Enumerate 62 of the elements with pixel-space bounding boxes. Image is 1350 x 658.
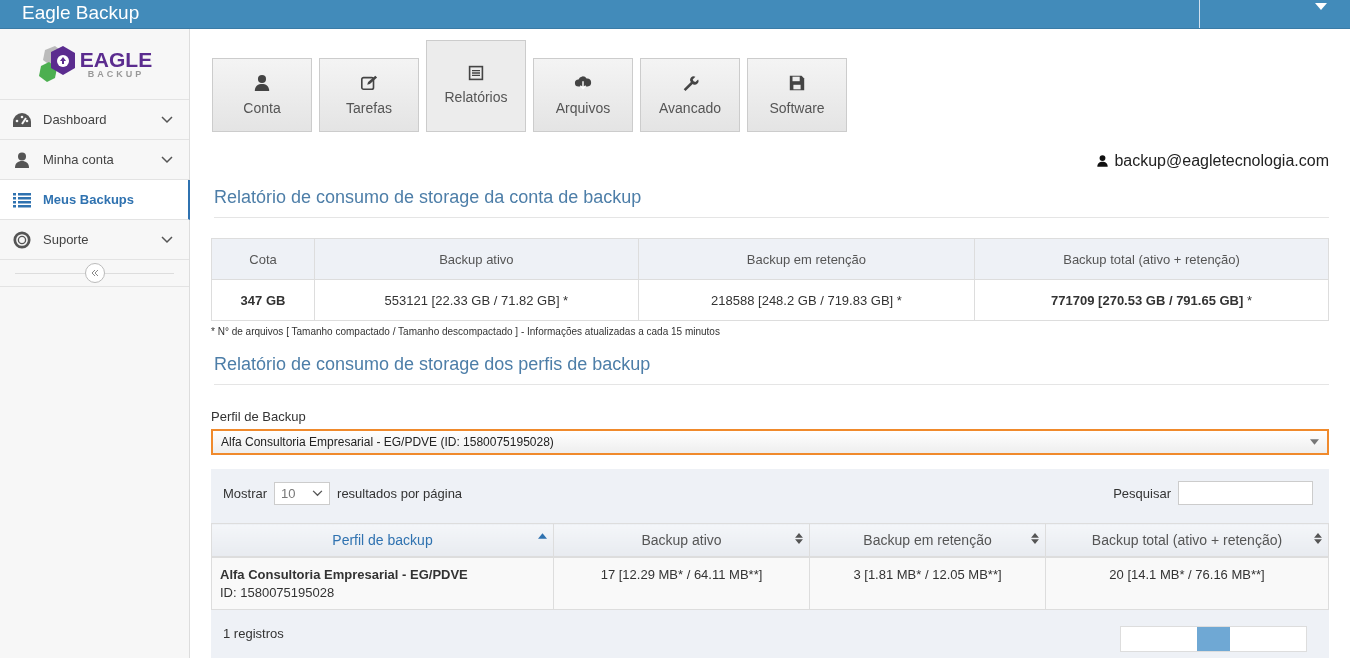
tab[interactable]: Conta bbox=[212, 58, 312, 132]
column-header: Backup total (ativo + retenção) bbox=[974, 238, 1329, 280]
column-header: Backup em retenção bbox=[638, 238, 975, 280]
user-email: backup@eagletecnologia.com bbox=[1114, 152, 1329, 170]
logo-icon bbox=[36, 44, 77, 84]
profile-id: ID: 1580075195028 bbox=[220, 585, 336, 600]
table-cell: 17 [12.29 MB* / 64.11 MB**] bbox=[553, 557, 810, 610]
edit-icon bbox=[360, 74, 378, 92]
sidebar-item[interactable]: Dashboard bbox=[0, 100, 189, 140]
section-title: Relatório de consumo de storage da conta de backup bbox=[214, 187, 1329, 218]
wrench-icon bbox=[681, 74, 699, 92]
section-title: Relatório de consumo de storage dos perfis de backup bbox=[214, 354, 1329, 385]
show-label: Mostrar bbox=[223, 485, 268, 501]
speedometer-icon bbox=[12, 111, 32, 128]
table-cell: 3 [1.81 MB* / 12.05 MB**] bbox=[809, 557, 1046, 610]
logo-subtitle: BACKUP bbox=[86, 70, 146, 79]
sort-icon bbox=[1031, 533, 1039, 544]
column-header: Cota bbox=[211, 238, 315, 280]
user-icon bbox=[12, 151, 32, 168]
profile-select[interactable]: Alfa Consultoria Empresarial - EG/PDVE (ID: 1580075195028) bbox=[211, 429, 1329, 455]
collapse-button[interactable] bbox=[84, 263, 105, 283]
caret-icon[interactable] bbox=[1315, 3, 1327, 11]
sidebar-item[interactable]: Meus Backups bbox=[0, 180, 190, 220]
field-label: Perfil de Backup bbox=[211, 409, 307, 424]
logo-wordmark: EAGLE bbox=[79, 49, 153, 70]
footnote: * N° de arquivos [ Tamanho compactado / Tamanho descompactado ] - Informações atualizadas a cada 15 minutos bbox=[211, 326, 721, 337]
column-header[interactable]: Perfil de backup bbox=[211, 523, 554, 557]
double-chevron-left-icon bbox=[89, 268, 100, 278]
tab[interactable]: Relatórios bbox=[426, 40, 526, 132]
tab[interactable]: Tarefas bbox=[319, 58, 419, 132]
sidebar-item[interactable]: Suporte bbox=[0, 220, 189, 260]
list-icon bbox=[468, 65, 484, 81]
column-header[interactable]: Backup ativo bbox=[553, 523, 810, 557]
list-icon bbox=[12, 191, 32, 208]
app-title: Eagle Backup bbox=[22, 1, 140, 25]
user-icon bbox=[253, 74, 271, 92]
lifebuoy-icon bbox=[12, 230, 32, 249]
search-label: Pesquisar bbox=[1113, 485, 1171, 501]
user-icon bbox=[1096, 154, 1110, 168]
sort-ascending-icon bbox=[538, 533, 547, 539]
tab[interactable]: Arquivos bbox=[533, 58, 633, 132]
table-cell: 347 GB bbox=[211, 279, 315, 321]
record-count: 1 registros bbox=[223, 626, 284, 641]
table-cell: 771709 [270.53 GB / 791.65 GB]* bbox=[974, 279, 1329, 321]
caret-icon bbox=[1310, 439, 1319, 445]
page-size-select[interactable]: 10 bbox=[274, 481, 331, 505]
chevron-down-icon bbox=[312, 489, 324, 497]
search-field[interactable] bbox=[1178, 481, 1313, 505]
column-header[interactable]: Backup total (ativo + retenção) bbox=[1045, 523, 1329, 557]
per-page-label: resultados por página bbox=[337, 485, 463, 501]
sort-icon bbox=[795, 533, 803, 544]
pagination[interactable] bbox=[1120, 626, 1307, 652]
tab[interactable]: Avancado bbox=[640, 58, 740, 132]
table-cell: 218588 [248.2 GB / 719.83 GB] * bbox=[638, 279, 975, 321]
cloud-download-icon bbox=[574, 74, 592, 92]
column-header: Backup ativo bbox=[314, 238, 639, 280]
table-cell: 553121 [22.33 GB / 71.82 GB] * bbox=[314, 279, 639, 321]
table-cell: 20 [14.1 MB* / 76.16 MB**] bbox=[1045, 557, 1329, 610]
sort-icon bbox=[1314, 533, 1322, 544]
profile-name: Alfa Consultoria Empresarial - EG/PDVE bbox=[220, 567, 469, 582]
tab[interactable]: Software bbox=[747, 58, 847, 132]
column-header[interactable]: Backup em retenção bbox=[809, 523, 1046, 557]
